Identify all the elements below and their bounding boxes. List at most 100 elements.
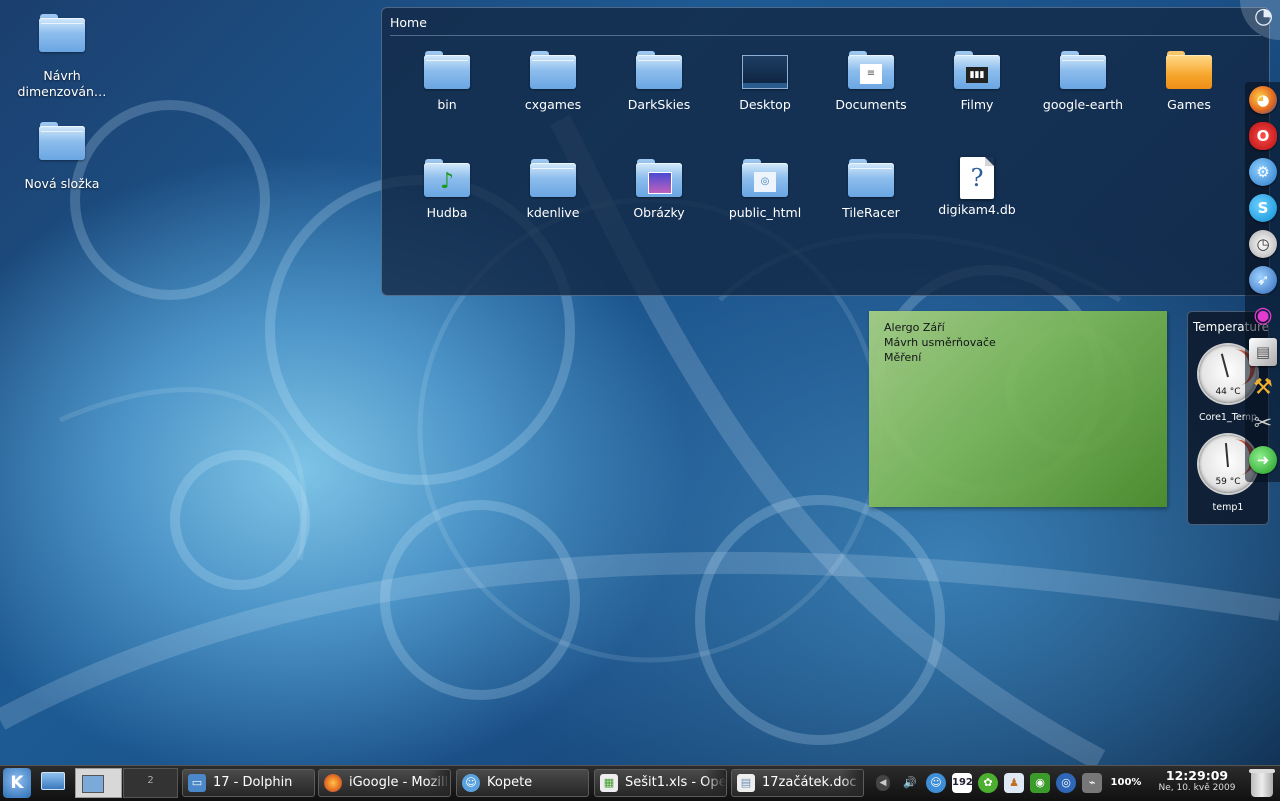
folder-icon bbox=[424, 51, 470, 89]
browser-tray-icon[interactable]: ◎ bbox=[1056, 773, 1076, 793]
unknown-file-icon: ? bbox=[960, 157, 994, 199]
folder-item-label: kdenlive bbox=[526, 205, 580, 220]
folder-item-documents[interactable]: ≡ Documents bbox=[818, 51, 924, 112]
folder-item-label: Filmy bbox=[960, 97, 994, 112]
clock[interactable]: 12:29:09 Ne, 10. kvě 2009 bbox=[1152, 768, 1242, 793]
folder-icon bbox=[39, 122, 85, 160]
battery-icon[interactable]: 100% bbox=[1110, 773, 1142, 793]
folder-item-label: DarkSkies bbox=[627, 97, 691, 112]
dolphin-icon: ▭ bbox=[188, 774, 206, 792]
folder-item-google-earth[interactable]: google-earth bbox=[1030, 51, 1136, 112]
calendar-icon[interactable]: 192 bbox=[952, 773, 973, 793]
update-icon[interactable]: ➜ bbox=[1249, 446, 1277, 474]
disk-image-icon[interactable]: ▤ bbox=[1249, 338, 1277, 366]
desktop-pager: 2 bbox=[75, 768, 178, 798]
task-label: 17začátek.doc - O bbox=[762, 775, 863, 790]
folder-item-label: cxgames bbox=[524, 97, 582, 112]
clock-icon[interactable]: ◷ bbox=[1249, 230, 1277, 258]
folder-item-label: Games bbox=[1167, 97, 1211, 112]
folder-item-hudba[interactable]: ♪ Hudba bbox=[394, 159, 500, 220]
firefox-icon bbox=[324, 774, 342, 792]
task-kopete[interactable]: ☺ Kopete bbox=[456, 769, 589, 797]
folder-item-label: bin bbox=[437, 97, 457, 112]
desktop-icon-label: Návrh dimenzován… bbox=[17, 68, 107, 99]
pictures-folder-icon bbox=[636, 159, 682, 197]
desktop-icon-navrh[interactable]: Návrh dimenzován… bbox=[7, 14, 117, 100]
folder-item-label: google-earth bbox=[1042, 97, 1124, 112]
clock-date: Ne, 10. kvě 2009 bbox=[1158, 783, 1236, 793]
writer-icon: ▤ bbox=[737, 774, 755, 792]
note-line: Alergo Září bbox=[884, 321, 945, 334]
hammer-icon[interactable]: ⚒ bbox=[1249, 374, 1277, 402]
folder-item-bin[interactable]: bin bbox=[394, 51, 500, 112]
folder-view-title: Home bbox=[390, 15, 427, 30]
launcher-dock: ◕ O ⚙ S ◷ ➶ ◉ ▤ ⚒ ✂ ➜ bbox=[1245, 82, 1280, 482]
folder-item-label: TileRacer bbox=[842, 205, 900, 220]
folder-icon bbox=[1060, 51, 1106, 89]
gauge-label: temp1 bbox=[1212, 502, 1244, 513]
folder-view-widget: Home bin cxgames DarkSkies Desktop ≡ Doc… bbox=[381, 7, 1270, 296]
folder-icon bbox=[39, 14, 85, 52]
desktop-icon-label: Nová složka bbox=[24, 176, 100, 191]
folder-item-desktop[interactable]: Desktop bbox=[712, 51, 818, 112]
folder-item-cxgames[interactable]: cxgames bbox=[500, 51, 606, 112]
folder-item-darkskies[interactable]: DarkSkies bbox=[606, 51, 712, 112]
folder-item-games[interactable]: Games bbox=[1136, 51, 1242, 112]
firefox-icon[interactable]: ◕ bbox=[1249, 86, 1277, 114]
clock-time: 12:29:09 bbox=[1165, 768, 1229, 783]
web-folder-icon: ◎ bbox=[742, 159, 788, 197]
kde-menu-button[interactable]: K bbox=[3, 768, 31, 798]
folder-view-divider bbox=[390, 35, 1261, 36]
task-label: Sešit1.xls - Open bbox=[625, 775, 727, 790]
folder-item-label: Documents bbox=[835, 97, 907, 112]
skype-icon[interactable]: S bbox=[1249, 194, 1277, 222]
desktop-icon-nova-slozka[interactable]: Nová složka bbox=[7, 122, 117, 192]
note-widget[interactable]: Alergo Září Mávrh usměrňovače Měření bbox=[869, 311, 1167, 507]
taskbar: K 2 ▭ 17 - Dolphin iGoogle - Mozilla ☺ K… bbox=[0, 765, 1280, 801]
kopete-icon: ☺ bbox=[462, 774, 480, 792]
trash-icon[interactable] bbox=[1249, 769, 1275, 797]
folder-item-label: public_html bbox=[728, 205, 802, 220]
folder-item-filmy[interactable]: ▮▮▮ Filmy bbox=[924, 51, 1030, 112]
folder-icon bbox=[530, 159, 576, 197]
usb-icon[interactable]: ⌁ bbox=[1082, 773, 1102, 793]
cashew-icon: ◔ bbox=[1254, 4, 1274, 29]
folder-icon bbox=[530, 51, 576, 89]
opera-icon[interactable]: O bbox=[1249, 122, 1277, 150]
folder-item-digikam4-db[interactable]: ? digikam4.db bbox=[924, 157, 1030, 217]
user-icon[interactable]: ♟ bbox=[1004, 773, 1024, 793]
task-writer[interactable]: ▤ 17začátek.doc - O bbox=[731, 769, 864, 797]
folder-item-label: Obrázky bbox=[633, 205, 685, 220]
leaf-icon[interactable]: ✿ bbox=[978, 773, 998, 793]
tools-icon[interactable]: ✂ bbox=[1249, 410, 1277, 438]
orange-folder-icon bbox=[1166, 51, 1212, 89]
music-folder-icon: ♪ bbox=[424, 159, 470, 197]
browser-icon[interactable]: ➶ bbox=[1249, 266, 1277, 294]
task-label: Kopete bbox=[487, 775, 533, 790]
folder-item-label: Desktop bbox=[739, 97, 791, 112]
show-desktop-icon[interactable] bbox=[37, 769, 67, 797]
nvidia-icon[interactable]: ◉ bbox=[1030, 773, 1050, 793]
folder-item-public-html[interactable]: ◎ public_html bbox=[712, 159, 818, 220]
folder-item-kdenlive[interactable]: kdenlive bbox=[500, 159, 606, 220]
folder-item-label: Hudba bbox=[426, 205, 468, 220]
folder-icon bbox=[848, 159, 894, 197]
task-dolphin[interactable]: ▭ 17 - Dolphin bbox=[182, 769, 315, 797]
system-tray: 🔊 ☺ 192 ✿ ♟ ◉ ◎ ⌁ 100% bbox=[888, 769, 1150, 797]
folder-item-obrazky[interactable]: Obrázky bbox=[606, 159, 712, 220]
pager-desktop-1[interactable] bbox=[75, 768, 122, 798]
desktop-folder-icon bbox=[742, 55, 788, 89]
volume-icon[interactable]: 🔊 bbox=[900, 773, 920, 793]
pager-desktop-2[interactable]: 2 bbox=[123, 768, 178, 798]
eye-icon[interactable]: ◉ bbox=[1249, 302, 1277, 330]
note-line: Mávrh usměrňovače bbox=[884, 336, 996, 349]
task-calc[interactable]: ▦ Sešit1.xls - Open bbox=[594, 769, 727, 797]
network-settings-icon[interactable]: ⚙ bbox=[1249, 158, 1277, 186]
folder-icon bbox=[636, 51, 682, 89]
folder-item-tileracer[interactable]: TileRacer bbox=[818, 159, 924, 220]
task-firefox[interactable]: iGoogle - Mozilla bbox=[318, 769, 451, 797]
calc-icon: ▦ bbox=[600, 774, 618, 792]
video-folder-icon: ▮▮▮ bbox=[954, 51, 1000, 89]
note-text[interactable]: Alergo Září Mávrh usměrňovače Měření bbox=[884, 320, 996, 365]
kopete-tray-icon[interactable]: ☺ bbox=[926, 773, 946, 793]
